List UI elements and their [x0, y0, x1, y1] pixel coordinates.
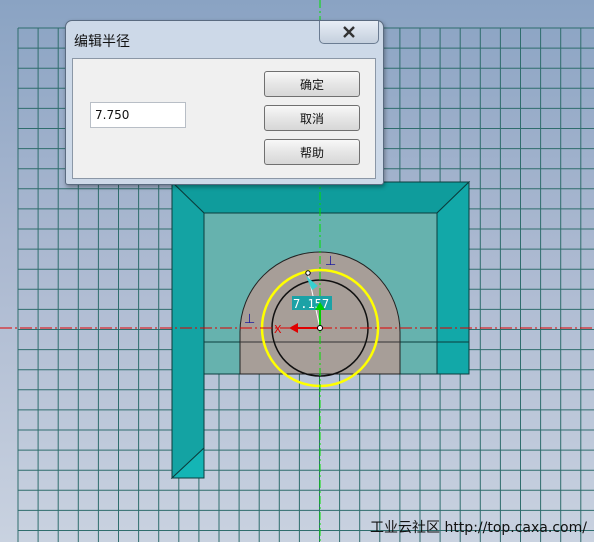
close-icon — [343, 26, 355, 38]
part-right-face — [436, 180, 470, 375]
dialog-body: 7.750 确定 取消 帮助 — [72, 58, 376, 179]
cancel-button[interactable]: 取消 — [264, 105, 360, 131]
x-axis-label: X — [274, 323, 282, 336]
radius-grip-point[interactable] — [305, 270, 311, 276]
edit-radius-dialog: 编辑半径 7.750 确定 取消 帮助 — [65, 20, 384, 185]
perpendicular-constraint-icon-left[interactable]: ⊥ — [244, 312, 255, 327]
watermark: 工业云社区 http://top.caxa.com/ — [370, 520, 587, 536]
origin-point[interactable] — [317, 325, 323, 331]
help-button[interactable]: 帮助 — [264, 139, 360, 165]
radius-input[interactable]: 7.750 — [90, 102, 186, 128]
part-left-face — [171, 180, 205, 480]
dialog-title: 编辑半径 — [74, 34, 130, 50]
ok-button[interactable]: 确定 — [264, 71, 360, 97]
close-button[interactable] — [319, 21, 379, 44]
perpendicular-constraint-icon[interactable]: ⊥ — [325, 254, 336, 269]
